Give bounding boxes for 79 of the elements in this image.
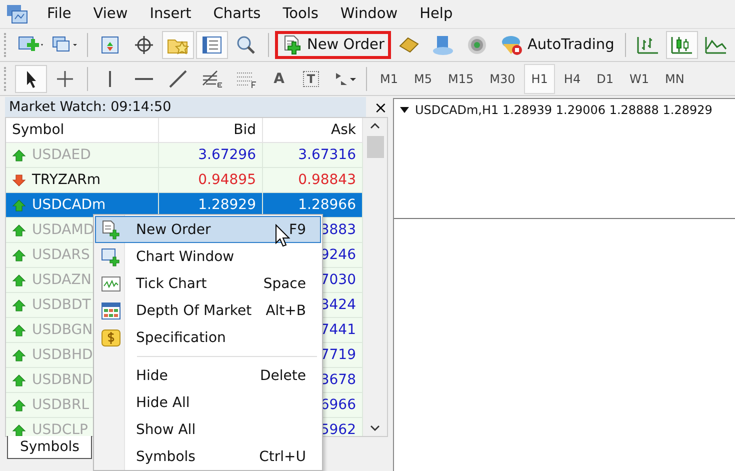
document-plus-icon: [101, 220, 121, 240]
bid-cell: 0.94895: [198, 172, 256, 188]
ask-cell: 3424: [320, 297, 356, 313]
text-tool[interactable]: A: [264, 64, 294, 92]
symbol-cell: USDAED: [32, 147, 91, 163]
list-icon[interactable]: [196, 31, 228, 59]
symbol-cell: TRYZARm: [32, 172, 100, 188]
symbol-cell: USDBDT: [32, 297, 91, 313]
scroll-up-icon[interactable]: [369, 122, 381, 130]
quote-row[interactable]: USDAED 3.67296 3.67316: [6, 143, 363, 168]
menu-item[interactable]: Show All: [95, 416, 321, 443]
symbol-cell: USDAZN: [32, 272, 92, 288]
ask-cell: 3.67316: [298, 147, 356, 163]
tick-chart-icon: [101, 274, 121, 292]
menu-item[interactable]: Charts: [202, 6, 272, 22]
symbol-cell: USDBGN: [32, 322, 93, 338]
mouse-cursor-icon: [275, 224, 291, 248]
menu-item[interactable]: Symbols Ctrl+U: [95, 443, 321, 470]
ask-cell: 7030: [320, 272, 356, 288]
timeframe-button[interactable]: D1: [590, 64, 620, 94]
menu-item[interactable]: Hide Delete: [95, 362, 321, 389]
shortcut-label: Ctrl+U: [259, 448, 306, 464]
symbol-cell: USDBRL: [32, 397, 90, 413]
close-button[interactable]: ×: [370, 98, 392, 116]
dollar-icon: [101, 328, 121, 346]
cursor-icon[interactable]: [15, 64, 47, 92]
timeframe-button[interactable]: M5: [407, 64, 439, 94]
autotrading-button[interactable]: AutoTrading: [495, 31, 620, 59]
candlestick-icon[interactable]: [666, 31, 698, 59]
symbol-cell: USDCADm: [32, 197, 106, 213]
ask-cell: 7441: [320, 322, 356, 338]
bid-cell: 3.67296: [198, 147, 256, 163]
shortcut-label: Delete: [260, 368, 306, 384]
bid-cell: 1.28929: [198, 197, 256, 213]
ask-cell: 3678: [320, 372, 356, 388]
timeframe-button[interactable]: H1: [524, 64, 555, 94]
shortcut-label: Space: [263, 276, 306, 292]
menu-item[interactable]: New Order F9: [95, 216, 321, 243]
menu-item[interactable]: Tools: [272, 6, 330, 22]
quote-row[interactable]: USDCADm 1.28929 1.28966: [6, 193, 363, 218]
timeframe-button[interactable]: M1: [373, 64, 405, 94]
menu-item[interactable]: Hide All: [95, 389, 321, 416]
menu-item[interactable]: View: [82, 6, 139, 22]
timeframe-button[interactable]: MN: [658, 64, 692, 94]
chart-plus-icon: [101, 246, 121, 266]
timeframe-button[interactable]: W1: [622, 64, 656, 94]
ask-cell: 0.98843: [298, 172, 356, 188]
symbol-cell: USDARS: [32, 247, 90, 263]
text-label-tool[interactable]: T: [296, 64, 326, 92]
symbol-cell: USDCLP: [32, 422, 88, 436]
quote-row[interactable]: TRYZARm 0.94895 0.98843: [6, 168, 363, 193]
shortcut-label: F9: [289, 222, 306, 238]
ask-cell: 3883: [320, 222, 356, 238]
shortcut-label: Alt+B: [266, 302, 306, 318]
menu-item[interactable]: Chart Window: [95, 243, 321, 270]
menu-item[interactable]: Insert: [138, 6, 202, 22]
panel-tab[interactable]: Symbols: [7, 436, 92, 459]
menu-item[interactable]: Tick Chart Space: [95, 270, 321, 297]
panel-title: Market Watch: 09:14:50: [5, 97, 366, 117]
timeframe-button[interactable]: M30: [482, 64, 522, 94]
scroll-thumb[interactable]: [366, 136, 384, 158]
new-order-button[interactable]: New Order: [275, 31, 392, 59]
ask-cell: 7719: [320, 347, 356, 363]
menu-item[interactable]: Specification: [95, 324, 321, 351]
symbol-cell: USDBHD: [32, 347, 93, 363]
dropdown-icon[interactable]: [400, 107, 409, 113]
menu-item[interactable]: Depth Of Market Alt+B: [95, 297, 321, 324]
table-icon: [101, 302, 121, 320]
timeframe-button[interactable]: H4: [556, 64, 588, 94]
menu-item[interactable]: Window: [329, 6, 409, 22]
ask-cell: 1.28966: [298, 197, 356, 213]
symbol-cell: USDBND: [32, 372, 93, 388]
menu-item[interactable]: Help: [408, 6, 464, 22]
app-icon: [6, 4, 28, 24]
menu-item[interactable]: File: [36, 6, 82, 22]
chart-title: USDCADm,H1 1.28939 1.29006 1.28888 1.28929: [415, 103, 712, 117]
scroll-down-icon[interactable]: [369, 424, 381, 432]
timeframe-button[interactable]: M15: [441, 64, 481, 94]
symbol-cell: USDAMD: [32, 222, 94, 238]
